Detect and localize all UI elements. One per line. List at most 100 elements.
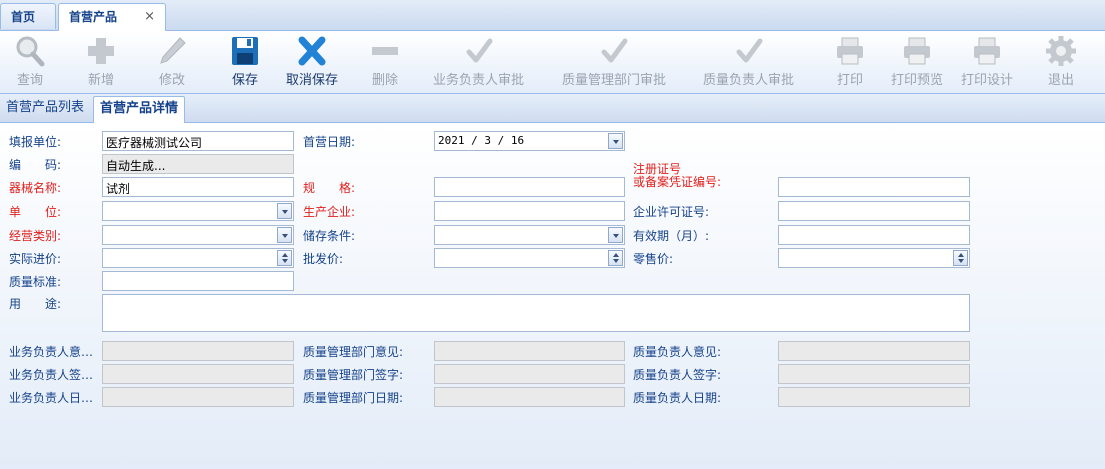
wholesale-stepper[interactable] (434, 248, 625, 268)
chevron-down-icon[interactable] (277, 227, 292, 243)
spinner-icon[interactable] (608, 250, 623, 266)
cancel-save-label: 取消保存 (286, 73, 339, 88)
gear-icon (1046, 36, 1076, 66)
chevron-down-icon[interactable] (277, 203, 292, 219)
printer-icon (837, 37, 863, 65)
usage-textarea[interactable] (102, 294, 970, 332)
tab-product-list[interactable]: 首营产品列表 (0, 96, 90, 121)
plus-icon (88, 38, 114, 64)
chevron-down-icon[interactable] (608, 133, 623, 149)
checkmark-icon (601, 38, 628, 63)
biz-sign-field (102, 364, 294, 384)
save-icon (232, 37, 258, 65)
spec-input[interactable] (434, 177, 625, 197)
exit-label: 退出 (1047, 73, 1074, 88)
pencil-icon (160, 37, 186, 64)
exit-button[interactable]: 退出 (1044, 35, 1078, 88)
add-button[interactable]: 新增 (84, 35, 118, 88)
print-label: 打印 (836, 73, 863, 88)
validity-input[interactable] (778, 225, 970, 245)
print-preview-label: 打印预览 (891, 73, 944, 88)
biz-sign-label: 业务负责人签… (9, 368, 94, 382)
storage-label: 储存条件: (303, 229, 356, 243)
code-field: 自动生成... (102, 154, 294, 174)
qa-dept-approve-button[interactable]: 质量管理部门审批 (562, 35, 666, 88)
retail-stepper[interactable] (778, 248, 970, 268)
qa-head-approve-label: 质量负责人审批 (703, 73, 795, 88)
code-label: 编 码: (9, 158, 62, 172)
quality-std-label: 质量标准: (9, 275, 62, 289)
storage-select[interactable] (434, 225, 625, 245)
top-tab-bar: 首页 首营产品 × (0, 0, 1105, 31)
save-label: 保存 (231, 73, 258, 88)
category-select[interactable] (102, 225, 294, 245)
qa-head-opinion-label: 质量负责人意见: (633, 345, 722, 359)
validity-label: 有效期（月）: (633, 229, 710, 243)
qa-dept-date-field (434, 387, 625, 407)
device-name-input[interactable]: 试剂 (102, 177, 294, 197)
qa-dept-sign-label: 质量管理部门签字: (303, 368, 404, 382)
print-design-label: 打印设计 (961, 73, 1014, 88)
search-icon (16, 36, 45, 67)
unit-value: 医疗器械测试公司 (106, 136, 203, 150)
edit-label: 修改 (158, 73, 185, 88)
category-label: 经营类别: (9, 229, 62, 243)
save-button[interactable]: 保存 (228, 35, 262, 88)
print-design-button[interactable]: 打印设计 (961, 35, 1013, 88)
usage-label: 用 途: (9, 297, 62, 311)
biz-opinion-label: 业务负责人意… (9, 345, 94, 359)
cancel-save-button[interactable]: 取消保存 (286, 35, 338, 88)
printer-icon (974, 37, 1000, 65)
reg-no-label-line2: 或备案凭证编号: (633, 175, 722, 189)
uom-select[interactable] (102, 201, 294, 221)
tab-first-product[interactable]: 首营产品 × (58, 3, 166, 31)
spinner-icon[interactable] (953, 250, 968, 266)
qa-dept-approve-label: 质量管理部门审批 (562, 73, 667, 88)
biz-approve-button[interactable]: 业务负责人审批 (433, 35, 524, 88)
sub-tab-bar: 首营产品列表 首营产品详情 (0, 94, 1105, 123)
reg-no-label: 注册证号 或备案凭证编号: (633, 163, 721, 189)
tab-product-detail[interactable]: 首营产品详情 (93, 96, 186, 123)
device-name-label: 器械名称: (9, 181, 62, 195)
toolbar: 查询 新增 修改 保存 取消保存 删除 业务负责人审批 质量管理部门审批 质量负… (0, 31, 1105, 94)
query-button[interactable]: 查询 (13, 35, 47, 88)
spinner-icon[interactable] (277, 250, 292, 266)
chevron-down-icon[interactable] (608, 227, 623, 243)
qa-dept-date-label: 质量管理部门日期: (303, 391, 404, 405)
tab-home-label: 首页 (11, 10, 36, 24)
purchase-price-stepper[interactable] (102, 248, 294, 268)
manufacturer-label: 生产企业: (303, 205, 356, 219)
printer-icon (904, 37, 930, 65)
unit-input[interactable]: 医疗器械测试公司 (102, 131, 294, 151)
qa-head-approve-button[interactable]: 质量负责人审批 (703, 35, 794, 88)
close-icon[interactable]: × (144, 4, 155, 30)
wholesale-label: 批发价: (303, 252, 344, 266)
print-button[interactable]: 打印 (833, 35, 867, 88)
checkmark-icon (736, 38, 762, 63)
tab-first-product-label: 首营产品 (69, 10, 118, 24)
spec-label: 规 格: (303, 181, 356, 195)
reg-no-input[interactable] (778, 177, 970, 197)
delete-button[interactable]: 删除 (368, 35, 402, 88)
qa-dept-sign-field (434, 364, 625, 384)
retail-label: 零售价: (633, 252, 674, 266)
uom-label: 单 位: (9, 205, 62, 219)
biz-approve-label: 业务负责人审批 (433, 73, 525, 88)
qa-dept-opinion-field (434, 341, 625, 361)
unit-label: 填报单位: (9, 135, 62, 149)
biz-date-label: 业务负责人日… (9, 391, 94, 405)
add-label: 新增 (87, 73, 114, 88)
date-picker[interactable]: 2021 / 3 / 16 (434, 131, 625, 151)
quality-std-input[interactable] (102, 271, 294, 291)
biz-opinion-field (102, 341, 294, 361)
license-input[interactable] (778, 201, 970, 221)
edit-button[interactable]: 修改 (155, 35, 189, 88)
reg-no-label-line1: 注册证号 (633, 162, 682, 176)
product-detail-form: 填报单位: 医疗器械测试公司 首营日期: 2021 / 3 / 16 编 码: … (0, 123, 1105, 469)
delete-label: 删除 (371, 73, 398, 88)
tab-home[interactable]: 首页 (0, 3, 56, 29)
biz-date-field (102, 387, 294, 407)
x-icon (298, 36, 326, 66)
manufacturer-input[interactable] (434, 201, 625, 221)
print-preview-button[interactable]: 打印预览 (891, 35, 943, 88)
